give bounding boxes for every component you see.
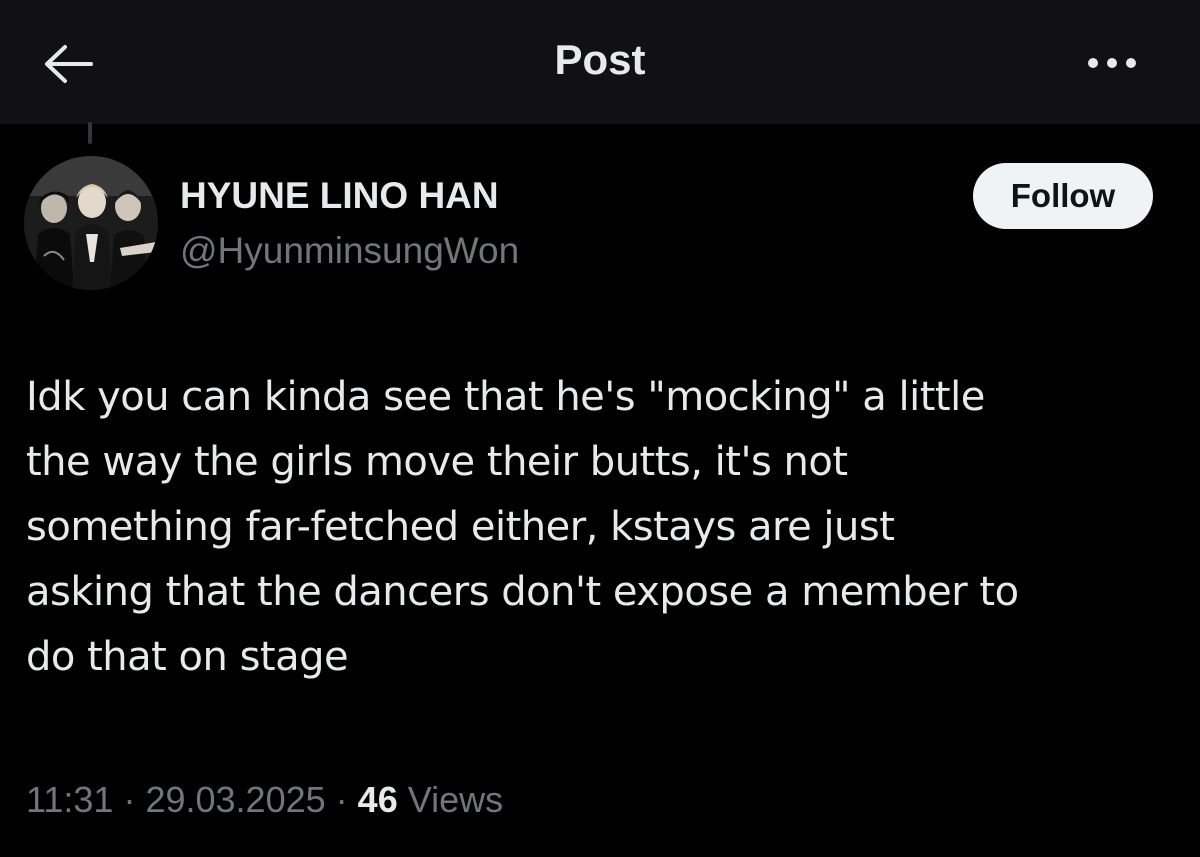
- views-label: Views: [407, 779, 504, 820]
- top-bar: Post: [0, 0, 1200, 124]
- post-text-line: asking that the dancers don't expose a m…: [26, 569, 1019, 615]
- post-date[interactable]: 29.03.2025: [145, 779, 325, 820]
- more-options-button[interactable]: [1080, 40, 1144, 86]
- post-text-line: the way the girls move their butts, it's…: [26, 439, 848, 485]
- meta-separator: ·: [335, 779, 348, 820]
- avatar[interactable]: [24, 156, 158, 290]
- meta-separator: ·: [123, 779, 136, 820]
- post-text-line: something far-fetched either, kstays are…: [26, 504, 895, 550]
- views-count: 46: [357, 779, 398, 820]
- post-meta: 11:31 · 29.03.2025 · 46 Views: [26, 779, 503, 821]
- post-text-line: do that on stage: [26, 634, 349, 680]
- follow-button[interactable]: Follow: [973, 163, 1153, 229]
- arrow-left-icon: [45, 45, 93, 83]
- page-title: Post: [554, 36, 646, 83]
- author-handle[interactable]: @HyunminsungWon: [180, 230, 519, 272]
- author-display-name[interactable]: HYUNE LINO HAN: [180, 175, 499, 217]
- thread-connector-line: [88, 122, 92, 144]
- avatar-photo: [24, 156, 158, 290]
- more-horizontal-icon: [1088, 58, 1136, 68]
- post-time[interactable]: 11:31: [26, 779, 113, 820]
- post-text: Idk you can kinda see that he's "mocking…: [26, 365, 1176, 690]
- post-text-line: Idk you can kinda see that he's "mocking…: [26, 374, 985, 420]
- back-button[interactable]: [38, 38, 96, 90]
